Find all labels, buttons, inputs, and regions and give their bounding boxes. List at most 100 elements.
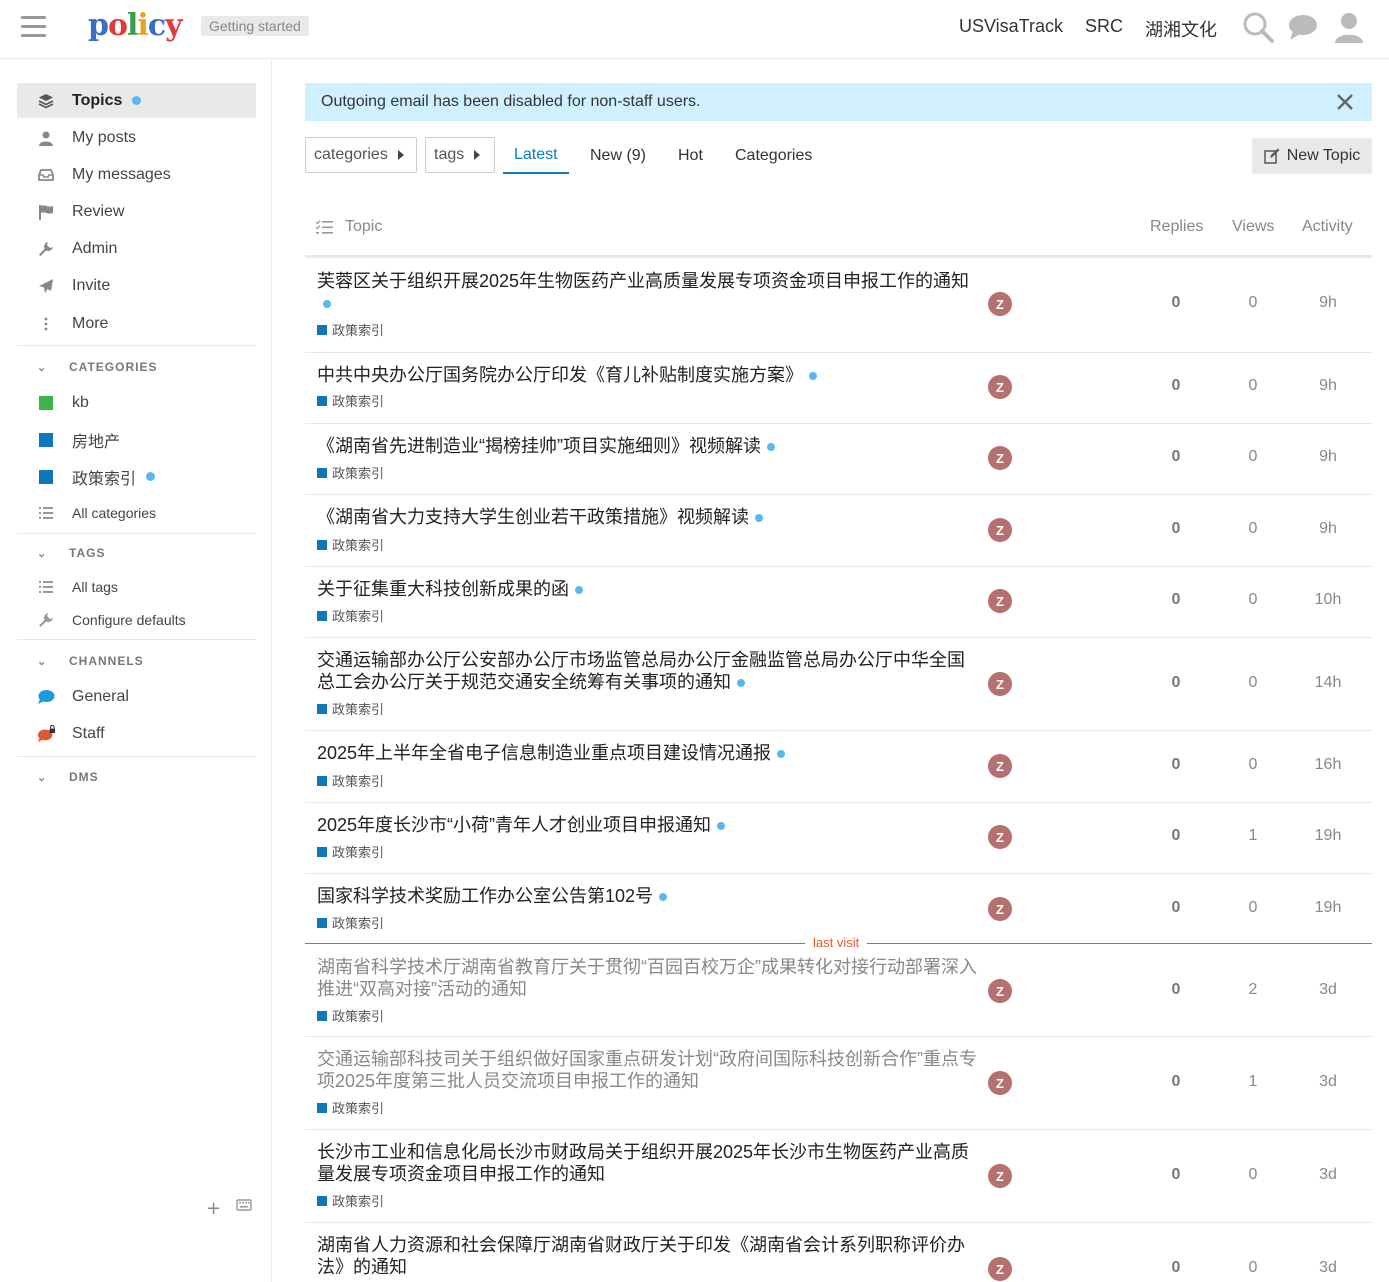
activity-time[interactable]: 19h: [1298, 827, 1358, 845]
sidebar-channel-general[interactable]: General: [17, 679, 256, 714]
topic-title-link[interactable]: 湖南省科学技术厅湖南省教育厅关于贯彻“百园百校万企”成果转化对接行动部署深入推进…: [317, 956, 982, 1000]
sidebar-configure-defaults[interactable]: Configure defaults: [17, 602, 256, 637]
poster-avatar[interactable]: Z: [988, 446, 1012, 470]
poster-avatar[interactable]: Z: [988, 1071, 1012, 1095]
topic-row[interactable]: 芙蓉区关于组织开展2025年生物医药产业高质量发展专项资金项目申报工作的通知政策…: [305, 258, 1372, 353]
topic-row[interactable]: 国家科学技术奖励工作办公室公告第102号 政策索引 Z 0 0 19h: [305, 874, 1372, 943]
poster-avatar[interactable]: Z: [988, 672, 1012, 696]
sidebar-item-admin[interactable]: Admin: [17, 231, 256, 266]
tab-latest[interactable]: Latest: [503, 137, 569, 174]
activity-time[interactable]: 10h: [1298, 591, 1358, 609]
activity-time[interactable]: 3d: [1298, 981, 1358, 999]
unread-dot[interactable]: [755, 514, 763, 523]
sidebar-item-topics[interactable]: Topics: [17, 83, 256, 118]
topic-title-link[interactable]: 交通运输部办公厅公安部办公厅市场监管总局办公厅金融监管总局办公厅中华全国总工会办…: [317, 649, 982, 693]
unread-dot[interactable]: [717, 822, 726, 831]
topic-title-link[interactable]: 国家科学技术奖励工作办公室公告第102号: [317, 885, 982, 907]
topic-row[interactable]: 湖南省人力资源和社会保障厅湖南省财政厅关于印发《湖南省会计系列职称评价办法》的通…: [305, 1223, 1372, 1282]
unread-dot[interactable]: [323, 300, 331, 309]
topic-title-link[interactable]: 2025年上半年全省电子信息制造业重点项目建设情况通报: [317, 742, 982, 764]
sidebar-channel-staff[interactable]: Staff: [17, 716, 256, 751]
topic-category-badge[interactable]: 政策索引: [317, 320, 384, 339]
sidebar-category-policy-index[interactable]: 政策索引: [17, 459, 256, 494]
unread-dot[interactable]: [767, 443, 775, 452]
activity-time[interactable]: 19h: [1298, 899, 1358, 917]
topic-title-link[interactable]: 关于征集重大科技创新成果的函: [317, 578, 982, 600]
topic-title-link[interactable]: 《湖南省先进制造业“揭榜挂帅”项目实施细则》视频解读: [317, 435, 982, 457]
poster-avatar[interactable]: Z: [988, 897, 1012, 921]
topic-category-badge[interactable]: 政策索引: [317, 1191, 384, 1210]
unread-dot[interactable]: [737, 679, 745, 688]
tab-new[interactable]: New (9): [579, 137, 657, 174]
sidebar-category-real-estate[interactable]: 房地产: [17, 422, 256, 457]
new-topic-button[interactable]: New Topic: [1252, 138, 1372, 174]
sidebar-all-categories[interactable]: All categories: [17, 495, 256, 530]
topic-category-badge[interactable]: 政策索引: [317, 463, 384, 482]
activity-time[interactable]: 9h: [1298, 520, 1358, 538]
tab-hot[interactable]: Hot: [667, 137, 714, 174]
poster-avatar[interactable]: Z: [988, 754, 1012, 778]
topic-row[interactable]: 交通运输部科技司关于组织做好国家重点研发计划“政府间国际科技创新合作”重点专项2…: [305, 1037, 1372, 1130]
topic-row[interactable]: 《湖南省大力支持大学生创业若干政策措施》视频解读 政策索引 Z 0 0 9h: [305, 495, 1372, 567]
sidebar-item-review[interactable]: Review: [17, 194, 256, 229]
sidebar-category-kb[interactable]: kb: [17, 385, 256, 420]
column-header-views[interactable]: Views: [1232, 218, 1274, 236]
poster-avatar[interactable]: Z: [988, 375, 1012, 399]
poster-avatar[interactable]: Z: [988, 518, 1012, 542]
sidebar-item-my-messages[interactable]: My messages: [17, 157, 256, 192]
topic-title-link[interactable]: 《湖南省大力支持大学生创业若干政策措施》视频解读: [317, 506, 982, 528]
topic-category-badge[interactable]: 政策索引: [317, 842, 384, 861]
search-icon[interactable]: [1241, 10, 1275, 44]
activity-time[interactable]: 3d: [1298, 1259, 1358, 1277]
topic-category-badge[interactable]: 政策索引: [317, 535, 384, 554]
poster-avatar[interactable]: Z: [988, 292, 1012, 316]
sidebar-item-more[interactable]: More: [17, 306, 256, 341]
add-section-icon[interactable]: +: [206, 1198, 221, 1219]
keyboard-icon[interactable]: [236, 1198, 252, 1212]
site-logo[interactable]: policy: [88, 8, 183, 43]
activity-time[interactable]: 9h: [1298, 294, 1358, 312]
activity-time[interactable]: 9h: [1298, 377, 1358, 395]
sidebar-item-invite[interactable]: Invite: [17, 268, 256, 303]
topic-row[interactable]: 湖南省科学技术厅湖南省教育厅关于贯彻“百园百校万企”成果转化对接行动部署深入推进…: [305, 945, 1372, 1037]
chat-icon[interactable]: [1286, 10, 1320, 44]
topic-category-badge[interactable]: 政策索引: [317, 1098, 384, 1117]
activity-time[interactable]: 14h: [1298, 674, 1358, 692]
topic-category-badge[interactable]: 政策索引: [317, 606, 384, 625]
unread-dot[interactable]: [809, 372, 817, 381]
topic-row[interactable]: 2025年度长沙市“小荷”青年人才创业项目申报通知 政策索引 Z 0 1 19h: [305, 803, 1372, 874]
topic-category-badge[interactable]: 政策索引: [317, 391, 384, 410]
categories-dropdown[interactable]: categories: [305, 137, 417, 173]
sidebar-all-tags[interactable]: All tags: [17, 569, 256, 604]
topic-row[interactable]: 2025年上半年全省电子信息制造业重点项目建设情况通报 政策索引 Z 0 0 16h: [305, 731, 1372, 803]
bulk-select-icon[interactable]: [316, 220, 333, 235]
tags-dropdown[interactable]: tags: [425, 137, 495, 173]
tags-section-header[interactable]: ⌄ TAGS: [37, 543, 105, 563]
activity-time[interactable]: 9h: [1298, 448, 1358, 466]
topic-title-link[interactable]: 中共中央办公厅国务院办公厅印发《育儿补贴制度实施方案》: [317, 364, 982, 386]
poster-avatar[interactable]: Z: [988, 1257, 1012, 1281]
topic-row[interactable]: 中共中央办公厅国务院办公厅印发《育儿补贴制度实施方案》 政策索引 Z 0 0 9h: [305, 353, 1372, 424]
topic-category-badge[interactable]: 政策索引: [317, 771, 384, 790]
topic-title-link[interactable]: 2025年度长沙市“小荷”青年人才创业项目申报通知: [317, 814, 982, 836]
unread-dot[interactable]: [777, 750, 786, 759]
sidebar-item-my-posts[interactable]: My posts: [17, 120, 256, 155]
topic-row[interactable]: 《湖南省先进制造业“揭榜挂帅”项目实施细则》视频解读 政策索引 Z 0 0 9h: [305, 424, 1372, 495]
hamburger-menu-icon[interactable]: [21, 16, 46, 38]
unread-dot[interactable]: [659, 893, 668, 902]
activity-time[interactable]: 3d: [1298, 1073, 1358, 1091]
close-icon[interactable]: [1336, 93, 1354, 111]
poster-avatar[interactable]: Z: [988, 825, 1012, 849]
topic-title-link[interactable]: 交通运输部科技司关于组织做好国家重点研发计划“政府间国际科技创新合作”重点专项2…: [317, 1048, 982, 1092]
header-link-src[interactable]: SRC: [1085, 16, 1123, 42]
column-header-activity[interactable]: Activity: [1302, 218, 1353, 236]
header-link-usvisatrack[interactable]: USVisaTrack: [959, 16, 1063, 42]
unread-dot[interactable]: [575, 586, 583, 595]
topic-row[interactable]: 交通运输部办公厅公安部办公厅市场监管总局办公厅金融监管总局办公厅中华全国总工会办…: [305, 638, 1372, 731]
poster-avatar[interactable]: Z: [988, 979, 1012, 1003]
header-link-huxiang[interactable]: 湖湘文化: [1145, 16, 1217, 42]
getting-started-badge[interactable]: Getting started: [201, 16, 309, 36]
poster-avatar[interactable]: Z: [988, 589, 1012, 613]
categories-section-header[interactable]: ⌄ CATEGORIES: [37, 357, 157, 377]
topic-title-link[interactable]: 芙蓉区关于组织开展2025年生物医药产业高质量发展专项资金项目申报工作的通知: [317, 270, 982, 314]
